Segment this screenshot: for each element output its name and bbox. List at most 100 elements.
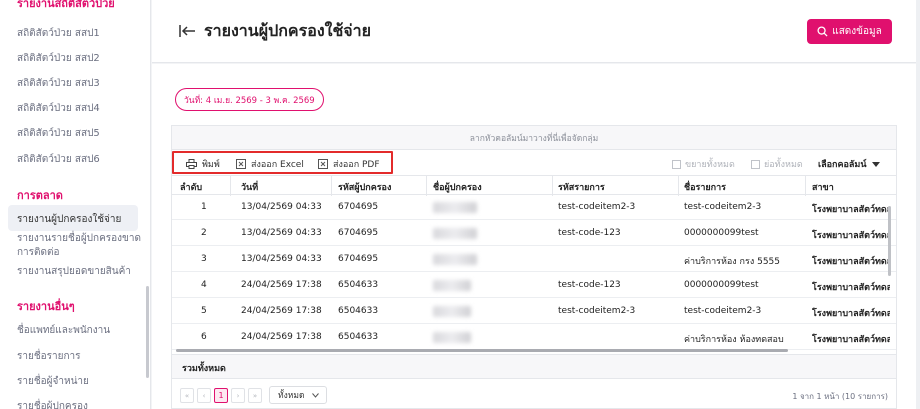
collapse-icon	[751, 159, 760, 169]
next-page-button[interactable]: ›	[231, 388, 245, 403]
sidebar-section-other-title: รายงานอื่นๆ	[17, 300, 75, 313]
column-header-branch[interactable]: สาขา	[812, 180, 834, 194]
sidebar-item-owner-spending[interactable]: รายงานผู้ปกครองใช้จ่าย	[17, 212, 121, 227]
last-page-button[interactable]: »	[248, 388, 262, 403]
cell-owner-code: 6504633	[338, 280, 379, 290]
sidebar-scrollbar[interactable]	[146, 286, 149, 378]
column-header-item-name[interactable]: ชื่อรายการ	[684, 180, 726, 194]
export-excel-button[interactable]: ส่งออก Excel	[236, 157, 304, 171]
cell-owner-code: 6704695	[338, 254, 379, 264]
cell-date: 24/04/2569 17:38	[241, 332, 322, 342]
sidebar-item-suppliers[interactable]: รายชื่อผู้จำหน่าย	[17, 374, 89, 389]
cell-owner-name-redacted	[433, 228, 477, 239]
sidebar-item-sales-summary[interactable]: รายงานสรุปยอดขายสินค้า	[17, 264, 131, 279]
cell-branch: โรงพยาบาลสัตว์ทดสอ	[812, 309, 890, 319]
cell-item-code: test-codeitem2-3	[558, 202, 636, 212]
sidebar-item-missing-owners-cont[interactable]: การติดต่อ	[17, 245, 60, 260]
column-chooser-dropdown[interactable]: เลือกคอลัมน์	[818, 157, 881, 171]
table-row[interactable]: 3 13/04/2569 04:33 6704695 ค่าบริการห้อง…	[172, 247, 896, 272]
column-header-date[interactable]: วันที่	[241, 180, 258, 194]
sidebar-item-stats-1[interactable]: สถิติสัตว์ป่วย สสป1	[17, 26, 100, 41]
sidebar-item-owners[interactable]: รายชื่อผู้ปกครอง	[17, 399, 88, 409]
table-horizontal-scrollbar[interactable]	[176, 349, 788, 352]
cell-date: 13/04/2569 04:33	[241, 228, 322, 238]
column-header-no[interactable]: ลำดับ	[180, 180, 202, 194]
sidebar-item-stats-4[interactable]: สถิติสัตว์ป่วย สสป4	[17, 101, 100, 116]
back-arrow-icon[interactable]	[178, 21, 198, 41]
cell-branch: โรงพยาบาลสัตว์ทดสอ	[812, 283, 890, 293]
table-vertical-scrollbar[interactable]	[888, 206, 891, 276]
cell-owner-name-redacted	[433, 202, 477, 213]
cell-no: 5	[201, 306, 207, 316]
cell-owner-name-redacted	[433, 280, 471, 291]
summary-row: รวมทั้งหมด	[172, 354, 896, 378]
column-header-item-code[interactable]: รหัสรายการ	[558, 180, 605, 194]
cell-item-code: test-codeitem2-3	[558, 306, 636, 316]
sidebar-item-doctors-staff[interactable]: ชื่อแพทย์และพนักงาน	[17, 323, 110, 338]
cell-branch: โรงพยาบาลสัตว์ทดสอ	[812, 335, 890, 345]
collapse-all-button[interactable]: ย่อทั้งหมด	[751, 157, 803, 171]
sidebar-item-stats-2[interactable]: สถิติสัตว์ป่วย สสป2	[17, 51, 100, 66]
table-row[interactable]: 4 24/04/2569 17:38 6504633 test-code-123…	[172, 273, 896, 298]
pdf-file-icon	[318, 159, 328, 169]
column-header-owner-code[interactable]: รหัสผู้ปกครอง	[338, 180, 391, 194]
show-data-button[interactable]: แสดงข้อมูล	[807, 19, 892, 44]
prev-page-button[interactable]: ‹	[197, 388, 211, 403]
export-pdf-label: ส่งออก PDF	[333, 160, 380, 170]
column-divider	[678, 176, 679, 196]
sidebar-item-stats-5[interactable]: สถิติสัตว์ป่วย สสป5	[17, 126, 100, 141]
printer-icon	[186, 159, 197, 169]
export-pdf-button[interactable]: ส่งออก PDF	[318, 157, 380, 171]
cell-item-name: test-codeitem2-3	[684, 202, 762, 212]
column-divider	[805, 176, 806, 196]
column-divider	[552, 176, 553, 196]
cell-item-name: ค่าบริการห้อง ห้องทดสอบ	[684, 335, 784, 345]
cell-item-name: 0000000099test	[684, 280, 759, 290]
expand-all-button[interactable]: ขยายทั้งหมด	[672, 157, 735, 171]
report-content: วันที่: 4 เม.ย. 2569 - 3 พ.ค. 2569 ลากหั…	[152, 64, 920, 409]
chevron-down-icon	[872, 161, 881, 167]
excel-file-icon	[236, 159, 246, 169]
sidebar-section-marketing-title: การตลาด	[17, 189, 63, 202]
table-row[interactable]: 1 13/04/2569 04:33 6704695 test-codeitem…	[172, 195, 896, 220]
sidebar-section-stats-title: รายงานสถิติสัตว์ป่วย	[17, 0, 115, 10]
table-row[interactable]: 5 24/04/2569 17:38 6504633 test-codeitem…	[172, 299, 896, 324]
print-label: พิมพ์	[202, 160, 220, 170]
cell-owner-name-redacted	[433, 254, 477, 265]
cell-no: 6	[201, 332, 207, 342]
cell-date: 13/04/2569 04:33	[241, 202, 322, 212]
table-body: 1 13/04/2569 04:33 6704695 test-codeitem…	[172, 195, 896, 351]
print-button[interactable]: พิมพ์	[186, 157, 220, 171]
page-size-select[interactable]: ทั้งหมด	[269, 386, 327, 404]
grid-toolbar: พิมพ์ ส่งออก Excel ส่งออก PDF ขยายทั้งหม…	[172, 151, 896, 175]
page-button-current[interactable]: 1	[214, 388, 228, 403]
sidebar-item-stats-3[interactable]: สถิติสัตว์ป่วย สสป3	[17, 76, 100, 91]
sidebar: รายงานสถิติสัตว์ป่วย สถิติสัตว์ป่วย สสป1…	[0, 0, 151, 409]
cell-owner-name-redacted	[433, 332, 471, 343]
data-grid: ลากหัวคอลัมน์มาวางที่นี่เพื่อจัดกลุ่ม พิ…	[171, 125, 897, 409]
cell-item-code: test-code-123	[558, 228, 621, 238]
export-excel-label: ส่งออก Excel	[251, 160, 304, 170]
page-scrollbar[interactable]	[916, 0, 920, 409]
cell-item-name: 0000000099test	[684, 228, 759, 238]
cell-no: 1	[201, 202, 207, 212]
expand-all-label: ขยายทั้งหมด	[685, 160, 735, 170]
cell-date: 24/04/2569 17:38	[241, 306, 322, 316]
cell-owner-code: 6704695	[338, 202, 379, 212]
date-range-badge[interactable]: วันที่: 4 เม.ย. 2569 - 3 พ.ค. 2569	[175, 88, 324, 111]
column-header-owner-name[interactable]: ชื่อผู้ปกครอง	[433, 180, 482, 194]
column-chooser-label: เลือกคอลัมน์	[818, 160, 867, 170]
first-page-button[interactable]: «	[180, 388, 194, 403]
table-row[interactable]: 6 24/04/2569 17:38 6504633 ค่าบริการห้อง…	[172, 325, 896, 350]
sidebar-item-stats-6[interactable]: สถิติสัตว์ป่วย สสป6	[17, 152, 100, 167]
group-panel[interactable]: ลากหัวคอลัมน์มาวางที่นี่เพื่อจัดกลุ่ม	[172, 126, 896, 150]
column-divider	[230, 176, 231, 196]
pagination-info: 1 จาก 1 หน้า (10 รายการ)	[792, 392, 888, 401]
sidebar-item-item-list[interactable]: รายชื่อรายการ	[17, 349, 81, 364]
cell-owner-code: 6704695	[338, 228, 379, 238]
table-row[interactable]: 2 13/04/2569 04:33 6704695 test-code-123…	[172, 221, 896, 246]
cell-branch: โรงพยาบาลสัตว์ทดสอ	[812, 257, 890, 267]
app-root: รายงานสถิติสัตว์ป่วย สถิติสัตว์ป่วย สสป1…	[0, 0, 920, 409]
cell-branch: โรงพยาบาลสัตว์ทดสอ	[812, 231, 890, 241]
sidebar-item-missing-owners[interactable]: รายงานรายชื่อผู้ปกครองขาด	[17, 231, 141, 246]
